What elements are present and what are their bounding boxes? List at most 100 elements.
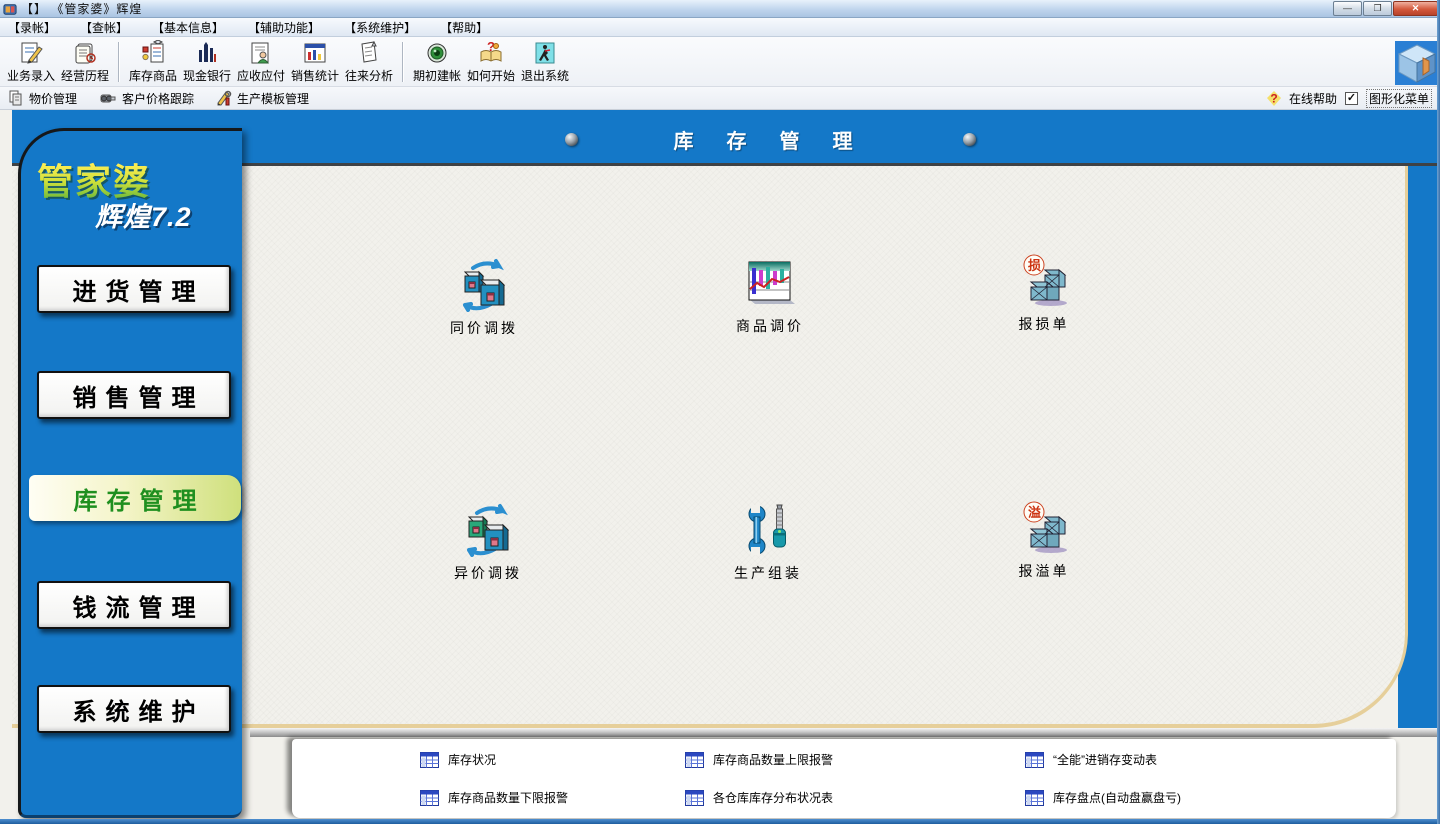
tile-label: 异价调拨 — [454, 563, 522, 583]
toolbar-button-label: 库存商品 — [129, 67, 177, 84]
report-label: 库存商品数量下限报警 — [448, 789, 568, 806]
toolbar-exit-system-button[interactable]: 退出系统 — [518, 39, 572, 85]
tile-same-price-transfer[interactable]: 同价调拨 — [424, 258, 544, 344]
sidebar-item-purchase-management[interactable]: 进货管理 — [37, 265, 231, 313]
exit-system-icon — [532, 40, 558, 66]
graphical-menu-checkbox[interactable]: ✓ — [1345, 92, 1358, 105]
toolbar-transactions-analysis-button[interactable]: 往来分析 — [342, 39, 396, 85]
close-button[interactable]: ✕ — [1393, 1, 1438, 16]
production-template-icon — [216, 90, 232, 106]
tile-label: 商品调价 — [736, 316, 804, 336]
loss-report-icon: 损 — [1017, 254, 1071, 308]
overflow-report-icon: 溢 — [1017, 501, 1071, 555]
minimize-button[interactable]: — — [1333, 1, 1362, 16]
report-stock-taking[interactable]: 库存盘点(自动盘赢盘亏) — [1025, 789, 1181, 806]
toolbar-button-label: 业务录入 — [7, 67, 55, 84]
toolbar-button-label: 应收应付 — [237, 67, 285, 84]
menu-record[interactable]: 【录帐】 — [8, 19, 56, 36]
report-label: 各仓库库存分布状况表 — [713, 789, 833, 806]
toolbar-button-label: 如何开始 — [467, 67, 515, 84]
inventory-goods-icon — [140, 40, 166, 66]
app-icon — [3, 2, 17, 16]
tile-label: 报溢单 — [1019, 561, 1070, 581]
toolbar-initial-setup-button[interactable]: 期初建帐 — [410, 39, 464, 85]
operations-history-icon — [72, 40, 98, 66]
tile-label: 同价调拨 — [450, 318, 518, 338]
customer-price-tracking-icon — [99, 90, 117, 106]
sidebar-item-system-maintenance[interactable]: 系统维护 — [37, 685, 231, 733]
customer-price-tracking-button[interactable]: 客户价格跟踪 — [99, 90, 194, 107]
toolbar-inventory-goods-button[interactable]: 库存商品 — [126, 39, 180, 85]
menu-help[interactable]: 【帮助】 — [440, 19, 488, 36]
online-help-icon: ? — [1267, 91, 1281, 106]
tile-loss-report[interactable]: 损 报损单 — [984, 254, 1104, 340]
sidebar: 管家婆 辉煌7.2 进货管理 销售管理 库存管理 钱流管理 系统维护 — [18, 128, 242, 818]
tile-diff-price-transfer[interactable]: 异价调拨 — [428, 503, 548, 589]
tile-label: 报损单 — [1019, 314, 1070, 334]
sidebar-item-inventory-management[interactable]: 库存管理 — [29, 475, 241, 521]
title-bar: 【】 《管家婆》辉煌 — ❐ ✕ — [0, 0, 1440, 18]
production-template-button[interactable]: 生产模板管理 — [216, 90, 309, 107]
table-icon — [420, 752, 439, 768]
report-label: 库存商品数量上限报警 — [713, 751, 833, 768]
report-label: 库存状况 — [448, 751, 496, 768]
toolbar-business-entry-button[interactable]: 业务录入 — [4, 39, 58, 85]
sidebar-item-sales-management[interactable]: 销售管理 — [37, 371, 231, 419]
diff-price-transfer-icon — [461, 503, 515, 557]
receivable-payable-icon — [248, 40, 274, 66]
menu-system-maintenance[interactable]: 【系统维护】 — [344, 19, 416, 36]
price-management-button[interactable]: 物价管理 — [8, 90, 77, 107]
online-help-link[interactable]: 在线帮助 — [1289, 90, 1337, 107]
transactions-analysis-icon — [356, 40, 382, 66]
menu-bar: 【录帐】 【查帐】 【基本信息】 【辅助功能】 【系统维护】 【帮助】 — [0, 18, 1440, 37]
initial-setup-icon — [424, 40, 450, 66]
graphical-menu-label[interactable]: 图形化菜单 — [1366, 89, 1432, 108]
toolbar-operations-history-button[interactable]: 经营历程 — [58, 39, 112, 85]
toolbar-how-to-start-button[interactable]: ? 如何开始 — [464, 39, 518, 85]
table-icon — [685, 790, 704, 806]
toolbar-separator — [402, 42, 404, 82]
toolbar-cash-bank-button[interactable]: 现金银行 — [180, 39, 234, 85]
brand-cube-logo — [1395, 41, 1439, 85]
menu-auxiliary[interactable]: 【辅助功能】 — [248, 19, 320, 36]
section-header: 库 存 管 理 — [240, 122, 1300, 156]
tile-production-assembly[interactable]: 生产组装 — [708, 503, 828, 589]
price-management-icon — [8, 90, 24, 106]
table-icon — [1025, 752, 1044, 768]
overflow-badge-char: 溢 — [1028, 505, 1041, 520]
sidebar-item-cash-flow-management[interactable]: 钱流管理 — [37, 581, 231, 629]
production-template-label: 生产模板管理 — [237, 90, 309, 107]
restore-button[interactable]: ❐ — [1363, 1, 1392, 16]
report-label: “全能”进销存变动表 — [1053, 751, 1157, 768]
svg-text:?: ? — [1270, 91, 1277, 105]
table-icon — [1025, 790, 1044, 806]
brand-version-text: 辉煌7.2 — [95, 195, 192, 234]
toolbar-button-label: 期初建帐 — [413, 67, 461, 84]
menu-basic-info[interactable]: 【基本信息】 — [152, 19, 224, 36]
cash-bank-icon — [194, 40, 220, 66]
tile-overflow-report[interactable]: 溢 报溢单 — [984, 501, 1104, 587]
production-assembly-icon — [741, 503, 795, 557]
toolbar-button-label: 退出系统 — [521, 67, 569, 84]
table-icon — [420, 790, 439, 806]
sphere-bullet-icon — [963, 133, 976, 146]
same-price-transfer-icon — [457, 258, 511, 312]
window-bottom-border — [0, 819, 1440, 824]
report-upper-limit-alert[interactable]: 库存商品数量上限报警 — [685, 751, 833, 768]
secondary-toolbar: 物价管理 客户价格跟踪 生产模板管理 ? — [0, 87, 1440, 110]
menu-query[interactable]: 【查帐】 — [80, 19, 128, 36]
toolbar-separator — [118, 42, 120, 82]
how-to-start-icon: ? — [478, 40, 504, 66]
business-entry-icon — [18, 40, 44, 66]
toolbar-button-label: 销售统计 — [291, 67, 339, 84]
report-inventory-status[interactable]: 库存状况 — [420, 751, 496, 768]
toolbar-button-label: 现金银行 — [183, 67, 231, 84]
tile-goods-price-adjust[interactable]: 商品调价 — [710, 256, 830, 342]
report-warehouse-distribution[interactable]: 各仓库库存分布状况表 — [685, 789, 833, 806]
report-almighty-change-table[interactable]: “全能”进销存变动表 — [1025, 751, 1157, 768]
toolbar-receivable-payable-button[interactable]: 应收应付 — [234, 39, 288, 85]
report-lower-limit-alert[interactable]: 库存商品数量下限报警 — [420, 789, 568, 806]
toolbar-sales-statistics-button[interactable]: 销售统计 — [288, 39, 342, 85]
loss-badge-char: 损 — [1028, 258, 1041, 273]
report-label: 库存盘点(自动盘赢盘亏) — [1053, 789, 1181, 806]
